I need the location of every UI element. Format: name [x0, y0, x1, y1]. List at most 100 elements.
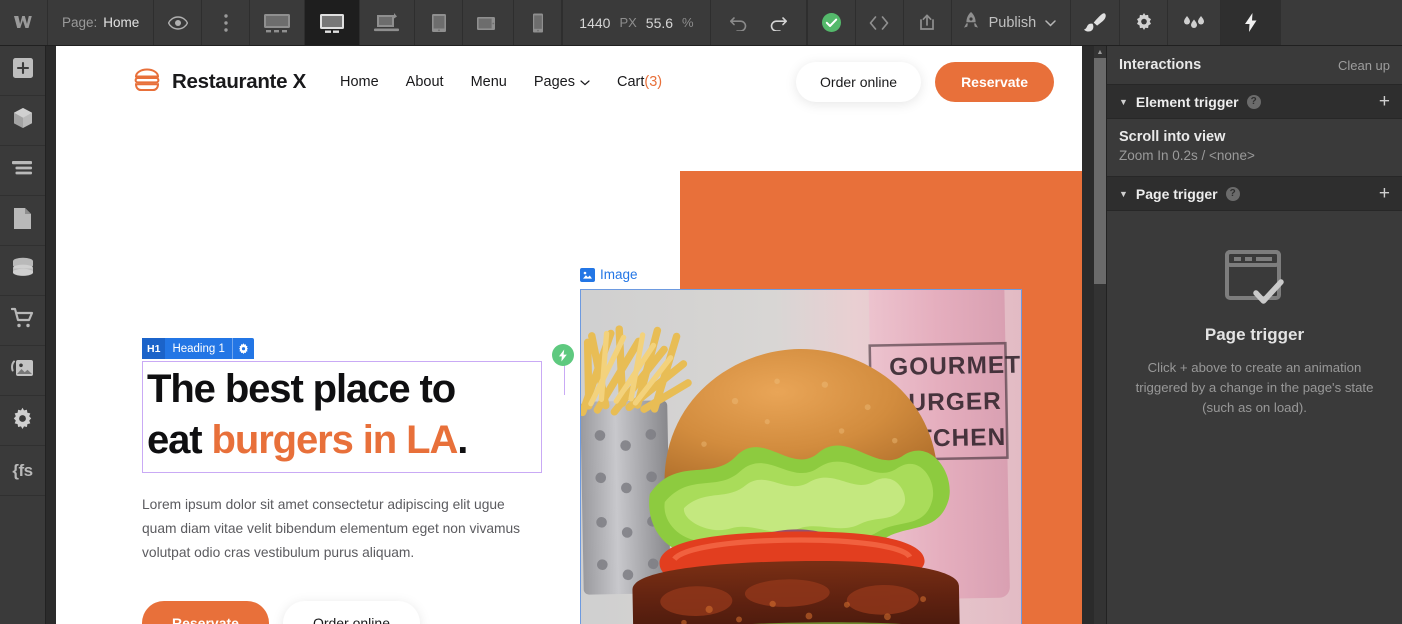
image-element-label-text: Image: [600, 267, 638, 282]
breakpoint-tablet-landscape-icon[interactable]: [463, 0, 515, 45]
trigger-row-title: Scroll into view: [1119, 129, 1226, 145]
chevron-down-icon: [1045, 15, 1056, 31]
selection-badge[interactable]: H1 Heading 1: [142, 338, 254, 359]
site-settings-icon: [11, 407, 34, 435]
panel-title: Interactions: [1119, 57, 1202, 73]
ecommerce-cart-icon: [10, 307, 35, 334]
gear-icon[interactable]: [1120, 0, 1169, 45]
scrollbar-thumb[interactable]: [1094, 58, 1106, 284]
scroll-up-arrow-icon[interactable]: ▲: [1094, 46, 1106, 58]
hero-heading-line2-prefix: eat: [147, 418, 212, 463]
saved-check-icon[interactable]: [808, 0, 856, 45]
sidebar-item-add-elements[interactable]: [0, 46, 45, 96]
nav-link-cart-label: Cart: [616, 74, 645, 90]
design-canvas[interactable]: Restaurante X Home About Menu Pages Cart…: [46, 46, 1094, 624]
nav-link-cart[interactable]: Cart (3): [617, 74, 662, 90]
selection-name: Heading 1: [172, 342, 225, 355]
sidebar-item-pages[interactable]: [0, 196, 45, 246]
sidebar-item-components[interactable]: [0, 96, 45, 146]
page-trigger-title: Page trigger: [1135, 185, 1218, 202]
breakpoint-tablet-icon[interactable]: [415, 0, 464, 45]
breakpoint-desktop-icon[interactable]: [305, 0, 361, 45]
zoom-level-unit: %: [682, 15, 694, 30]
nav-link-menu[interactable]: Menu: [471, 74, 507, 90]
sidebar-item-ecommerce[interactable]: [0, 296, 45, 346]
zoom-level-value: 55.6: [645, 14, 674, 31]
chevron-down-icon: [580, 74, 590, 90]
page-selector[interactable]: Page: Home: [48, 0, 155, 45]
hero-heading-line2-suffix: .: [457, 418, 468, 463]
add-element-trigger-button[interactable]: +: [1379, 92, 1390, 111]
navigator-icon: [11, 160, 35, 181]
nav-order-online-button[interactable]: Order online: [796, 62, 922, 102]
paint-brush-icon[interactable]: [1071, 0, 1121, 45]
sidebar-item-site-settings[interactable]: [0, 396, 45, 446]
assets-icon: [10, 358, 35, 383]
sidebar-item-navigator[interactable]: [0, 146, 45, 196]
hero-image-element[interactable]: Image GOURMET BURGER KITCHEN: [580, 267, 1022, 624]
sidebar-item-variables[interactable]: {fs: [0, 446, 45, 496]
breakpoint-mobile-icon[interactable]: [514, 0, 563, 45]
nav-link-home[interactable]: Home: [340, 74, 379, 90]
image-frame[interactable]: GOURMET BURGER KITCHEN: [580, 289, 1022, 624]
breakpoint-group: [250, 0, 564, 45]
burger-logo-icon: [132, 67, 162, 98]
code-brackets-icon[interactable]: [856, 0, 904, 45]
left-sidebar: {fs: [0, 46, 46, 624]
webflow-logo-icon[interactable]: [0, 0, 48, 45]
nav-links: Home About Menu Pages Cart (3): [340, 74, 662, 90]
element-trigger-section-header[interactable]: ▼ Element trigger ? +: [1107, 84, 1402, 119]
hero-reservate-button[interactable]: Reservate: [142, 601, 269, 624]
trigger-row-subtitle: Zoom In 0.2s / <none>: [1119, 148, 1255, 163]
breakpoint-desktop-large-icon[interactable]: [250, 0, 306, 45]
ink-drops-icon[interactable]: [1168, 0, 1222, 45]
publish-button[interactable]: Publish: [952, 0, 1072, 45]
burger-photo: GOURMET BURGER KITCHEN: [581, 290, 1021, 624]
nav-reservate-button[interactable]: Reservate: [935, 62, 1054, 102]
cms-database-icon: [11, 257, 35, 284]
rocket-icon: [962, 11, 980, 35]
heading-selection-box[interactable]: The best place to eat burgers in LA.: [142, 344, 574, 474]
breakpoint-laptop-icon[interactable]: [360, 0, 416, 45]
nav-link-pages[interactable]: Pages: [534, 74, 590, 90]
help-icon[interactable]: ?: [1225, 186, 1240, 201]
preview-eye-icon[interactable]: [154, 0, 203, 45]
selection-gear-icon[interactable]: [231, 338, 254, 359]
publish-label: Publish: [988, 14, 1037, 31]
redo-icon[interactable]: [759, 0, 807, 45]
help-icon[interactable]: ?: [1246, 94, 1261, 109]
add-page-trigger-button[interactable]: +: [1379, 184, 1390, 203]
element-trigger-row[interactable]: Scroll into view Zoom In 0.2s / <none>: [1107, 119, 1402, 176]
clean-up-button[interactable]: Clean up: [1338, 58, 1390, 73]
caret-down-icon[interactable]: ▼: [1119, 189, 1128, 199]
caret-down-icon[interactable]: ▼: [1119, 97, 1128, 107]
nav-link-about[interactable]: About: [406, 74, 444, 90]
selection-tag: H1: [142, 338, 166, 359]
hero-order-online-button[interactable]: Order online: [282, 601, 420, 624]
zoom-width-value: 1440: [579, 14, 611, 31]
canvas-vertical-scrollbar[interactable]: ▲: [1094, 46, 1106, 624]
hero-heading-accent: burgers in LA: [211, 418, 459, 463]
cart-count-badge: (3): [644, 74, 663, 90]
brand[interactable]: Restaurante X: [132, 67, 306, 98]
sidebar-empty-space: [0, 496, 45, 624]
undo-icon[interactable]: [711, 0, 759, 45]
export-share-icon[interactable]: [904, 0, 952, 45]
sidebar-item-cms[interactable]: [0, 246, 45, 296]
components-icon: [12, 107, 34, 135]
nav-link-menu-label: Menu: [470, 74, 507, 90]
right-tool-group: [1071, 0, 1282, 45]
interaction-lightning-bolt-icon[interactable]: [552, 344, 574, 366]
interactions-panel: Interactions Clean up ▼ Element trigger …: [1106, 46, 1402, 624]
page-trigger-empty-description: Click + above to create an animation tri…: [1135, 360, 1374, 416]
kebab-menu-icon[interactable]: [202, 0, 251, 45]
page-trigger-section-header[interactable]: ▼ Page trigger ? +: [1107, 176, 1402, 211]
zoom-readout[interactable]: 1440 PX 55.6 %: [563, 0, 711, 45]
brand-name: Restaurante X: [172, 70, 306, 93]
nav-link-home-label: Home: [339, 74, 379, 90]
hero-paragraph: Lorem ipsum dolor sit amet consectetur a…: [142, 497, 521, 561]
page-label: Page:: [62, 15, 98, 30]
interactions-lightning-bolt-icon[interactable]: [1221, 0, 1282, 45]
zoom-width-unit: PX: [619, 15, 637, 30]
sidebar-item-assets[interactable]: [0, 346, 45, 396]
